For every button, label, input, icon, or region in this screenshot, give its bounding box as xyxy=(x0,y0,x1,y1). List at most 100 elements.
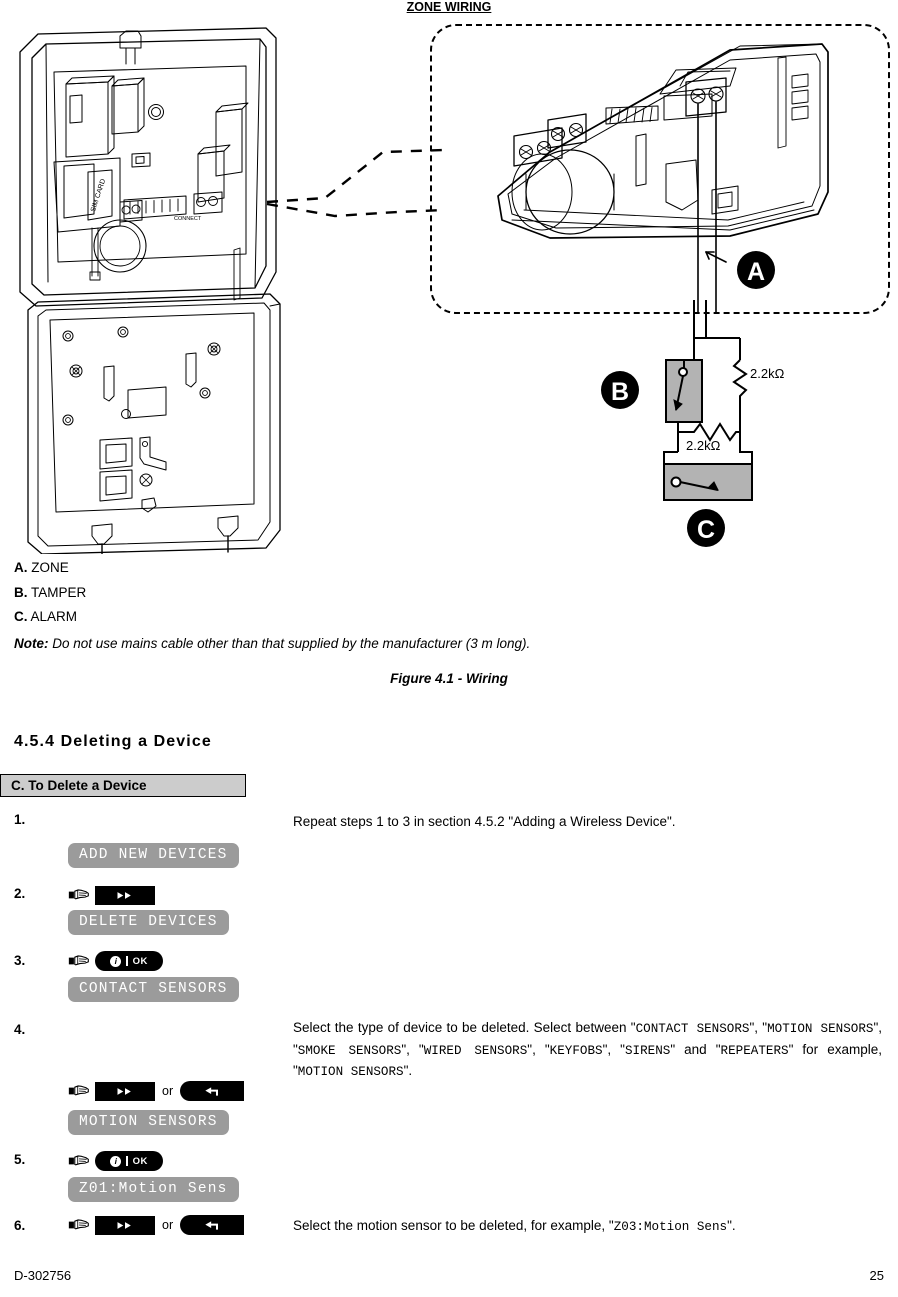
lcd-display: MOTION SENSORS xyxy=(68,1110,229,1135)
step-key-sequence: or xyxy=(68,1080,283,1102)
instruction-run: ", " xyxy=(749,1020,768,1035)
footer-doc-id: D-302756 xyxy=(14,1268,72,1283)
instruction-run: Repeat steps 1 to 3 in section 4.5.2 "Ad… xyxy=(293,814,676,829)
step-number: 1. xyxy=(14,812,26,827)
legend-item-a: A. ZONE xyxy=(14,556,884,581)
back-arrow-icon xyxy=(205,1086,219,1096)
step-key-sequence: or xyxy=(68,1214,283,1236)
step-display-wrap: DELETE DEVICES xyxy=(68,910,283,935)
svg-text:B: B xyxy=(611,378,629,406)
device-type-token: MOTION SENSORS xyxy=(297,1065,404,1079)
info-ok-key[interactable]: i OK xyxy=(95,951,163,971)
lcd-display: Z01:Motion Sens xyxy=(68,1177,239,1202)
device-type-token: REPEATERS xyxy=(720,1043,789,1058)
control-panel-illustration: SIM CARD CONNECT xyxy=(8,14,298,561)
fast-forward-key[interactable] xyxy=(95,1081,155,1101)
instruction-run: " and " xyxy=(670,1041,721,1057)
svg-text:A: A xyxy=(747,258,765,286)
instruction-run: ", " xyxy=(401,1041,424,1057)
ok-label: OK xyxy=(132,955,148,967)
step-number: 2. xyxy=(14,886,26,901)
or-label: or xyxy=(162,1218,174,1232)
device-type-token: SIRENS xyxy=(624,1043,671,1058)
legend-label-a: ZONE xyxy=(31,560,69,575)
note-label: Note: xyxy=(14,636,49,651)
section-heading: 4.5.4 Deleting a Device xyxy=(14,733,212,750)
fast-forward-icon xyxy=(117,891,131,899)
legend-label-b: TAMPER xyxy=(31,584,87,600)
instruction-run: ". xyxy=(727,1218,736,1233)
procedure-table-header: C. To Delete a Device xyxy=(0,774,246,797)
back-key[interactable] xyxy=(180,1081,245,1101)
device-type-token: CONTACT SENSORS xyxy=(635,1022,750,1036)
note-text: Do not use mains cable other than that s… xyxy=(52,636,531,651)
step-instruction-text: Repeat steps 1 to 3 in section 4.5.2 "Ad… xyxy=(293,812,882,832)
key-separator xyxy=(126,1156,128,1166)
instruction-run: Select the type of device to be deleted.… xyxy=(293,1020,636,1035)
step-instruction-text: Select the motion sensor to be deleted, … xyxy=(293,1216,882,1238)
instruction-run: ". xyxy=(403,1063,413,1078)
info-icon: i xyxy=(110,1155,122,1167)
key-separator xyxy=(126,956,128,966)
step-key-sequence xyxy=(68,884,283,906)
callout-marker-a: A xyxy=(736,250,776,290)
step-key-sequence: i OK xyxy=(68,950,283,972)
pointing-hand-icon xyxy=(68,1155,89,1166)
legend-letter-c: C. xyxy=(14,609,28,624)
step-number: 3. xyxy=(14,953,26,968)
instruction-run: ", " xyxy=(527,1041,550,1057)
step-number: 6. xyxy=(14,1218,26,1233)
terminal-detail-callout: A xyxy=(430,24,890,315)
lcd-display: ADD NEW DEVICES xyxy=(68,843,239,868)
device-type-token: SMOKE SENSORS xyxy=(297,1043,402,1058)
figure-note: Note: Do not use mains cable other than … xyxy=(14,636,884,651)
legend-item-b: B. TAMPER xyxy=(14,581,884,606)
pointing-hand-icon xyxy=(68,1085,89,1096)
svg-text:C: C xyxy=(697,516,715,544)
figure-title-text: ZONE WIRING xyxy=(406,0,492,14)
back-key[interactable] xyxy=(180,1215,245,1235)
legend-item-c: C. ALARM xyxy=(14,605,884,630)
svg-text:CONNECT: CONNECT xyxy=(174,216,202,222)
figure-title: ZONE WIRING xyxy=(0,0,898,14)
device-type-token: WIRED SENSORS xyxy=(423,1043,528,1058)
step-display-wrap: ADD NEW DEVICES xyxy=(68,843,283,868)
dashed-callout-border xyxy=(430,24,890,314)
legend-label-c: ALARM xyxy=(30,609,78,624)
legend-letter-b: B. xyxy=(14,584,28,600)
pointing-hand-icon xyxy=(68,955,89,966)
svg-text:2.2kΩ: 2.2kΩ xyxy=(750,366,785,381)
document-page: ZONE WIRING SIM CARD CONNECT A 2.2kΩ 2.2… xyxy=(0,0,898,1297)
step-display-wrap: MOTION SENSORS xyxy=(68,1110,283,1135)
footer-page-number: 25 xyxy=(869,1268,884,1283)
fast-forward-icon xyxy=(117,1087,131,1095)
back-arrow-icon xyxy=(205,1220,219,1230)
step-number: 5. xyxy=(14,1152,26,1167)
fast-forward-key[interactable] xyxy=(95,1215,155,1235)
procedure-table-header-label: C. To Delete a Device xyxy=(11,778,147,793)
lcd-display: CONTACT SENSORS xyxy=(68,977,239,1002)
step-number: 4. xyxy=(14,1022,26,1037)
callout-leader-lines xyxy=(265,140,450,235)
device-type-token: MOTION SENSORS xyxy=(767,1022,874,1036)
step-display-wrap: Z01:Motion Sens xyxy=(68,1177,283,1202)
pointing-hand-icon xyxy=(68,889,89,900)
fast-forward-key[interactable] xyxy=(95,885,155,905)
ok-label: OK xyxy=(132,1155,148,1167)
device-type-token: KEYFOBS xyxy=(549,1043,603,1058)
or-label: or xyxy=(162,1084,174,1098)
fast-forward-icon xyxy=(117,1221,131,1229)
zone-wiring-schematic: 2.2kΩ 2.2kΩ B C xyxy=(590,300,820,550)
step-key-sequence: i OK xyxy=(68,1150,283,1172)
instruction-run: ", " xyxy=(602,1041,625,1057)
info-icon: i xyxy=(110,955,122,967)
legend-letter-a: A. xyxy=(14,560,28,575)
sim-card-label: SIM CARD xyxy=(90,178,107,213)
pointing-hand-icon xyxy=(68,1219,89,1230)
device-type-token: Z03:Motion Sens xyxy=(613,1220,728,1234)
step-instruction-text: Select the type of device to be deleted.… xyxy=(293,1018,882,1083)
lcd-display: DELETE DEVICES xyxy=(68,910,229,935)
svg-text:2.2kΩ: 2.2kΩ xyxy=(686,438,721,453)
figure-caption: Figure 4.1 - Wiring xyxy=(390,671,508,686)
info-ok-key[interactable]: i OK xyxy=(95,1151,163,1171)
